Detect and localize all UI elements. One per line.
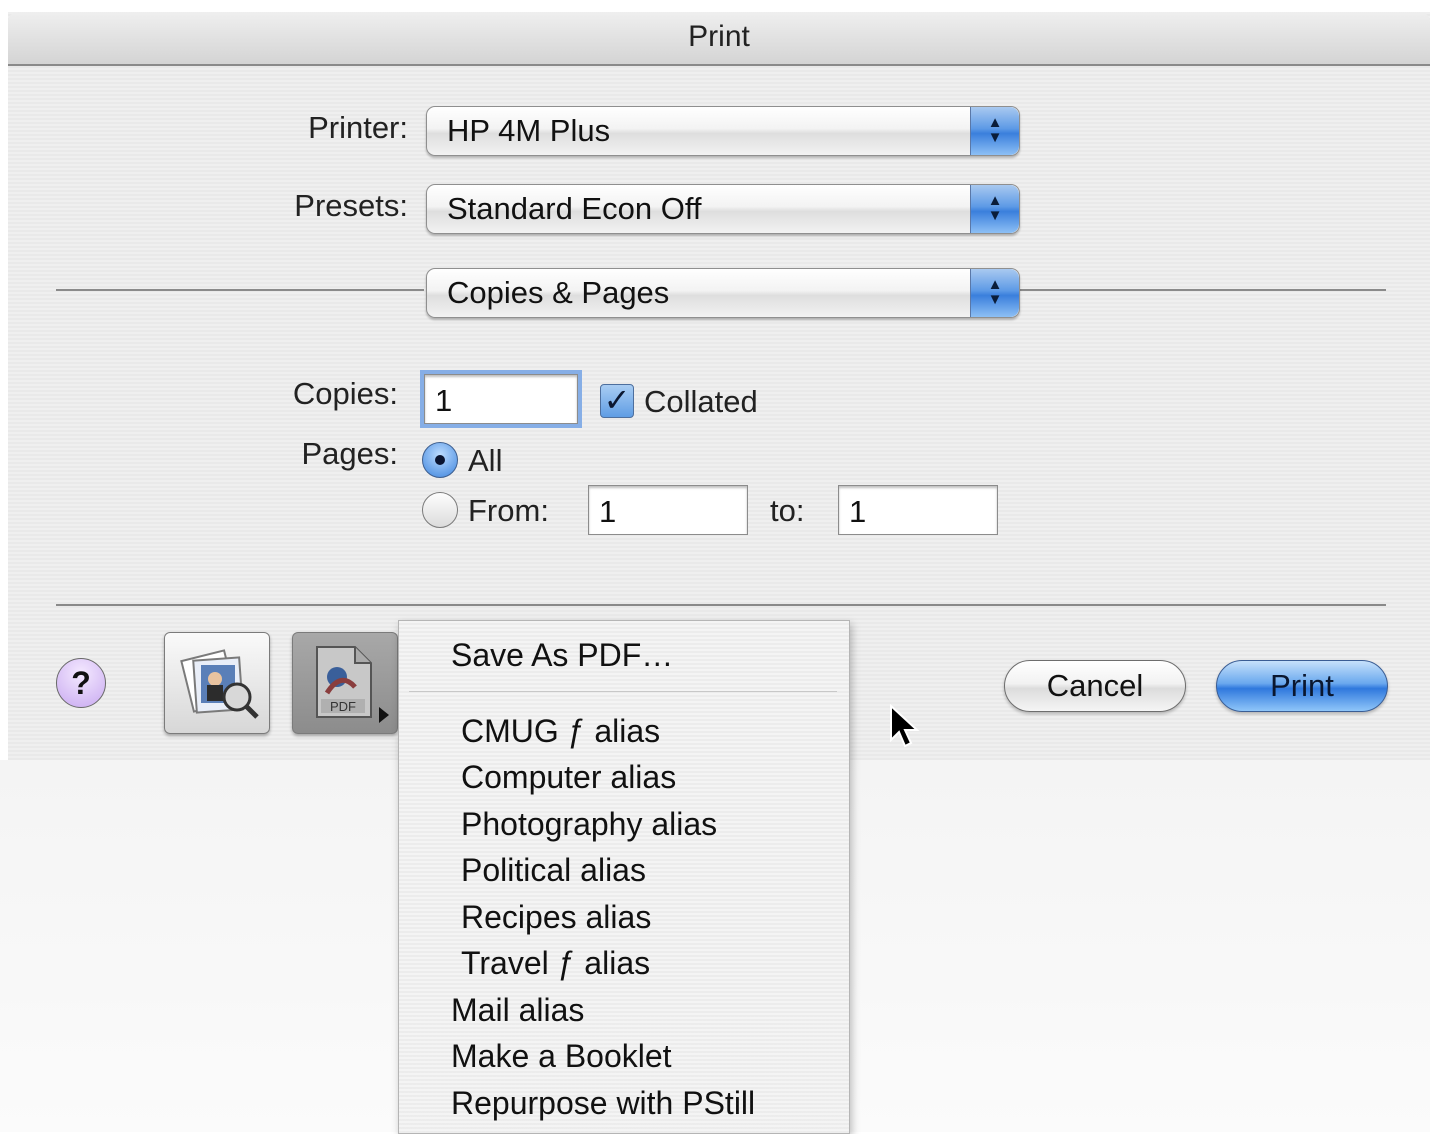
popup-arrows-icon: ▲ ▼ xyxy=(970,269,1019,317)
presets-value: Standard Econ Off xyxy=(447,191,702,226)
menu-item-computer-alias[interactable]: Computer alias xyxy=(461,757,676,797)
pages-all-label: All xyxy=(468,443,503,478)
menu-item-travel-alias[interactable]: Travel ƒ alias xyxy=(461,943,650,983)
presets-popup[interactable]: Standard Econ Off ▲ ▼ xyxy=(426,184,1020,234)
pdf-workflow-icon: PDF xyxy=(316,646,389,723)
pages-from-label: From: xyxy=(468,493,549,528)
pages-to-label: to: xyxy=(770,493,805,528)
popup-arrows-icon: ▲ ▼ xyxy=(970,185,1019,233)
cancel-button[interactable]: Cancel xyxy=(1004,660,1186,712)
pages-to-field[interactable]: 1 xyxy=(838,485,998,535)
copies-field[interactable]: 1 xyxy=(424,374,578,424)
collated-label: Collated xyxy=(644,384,758,419)
pane-value: Copies & Pages xyxy=(447,275,670,310)
dialog-title: Print xyxy=(8,12,1430,66)
preview-icon xyxy=(180,649,259,719)
print-button[interactable]: Print xyxy=(1216,660,1388,712)
menu-item-photography-alias[interactable]: Photography alias xyxy=(461,804,717,844)
preview-button[interactable] xyxy=(164,632,270,734)
pane-popup[interactable]: Copies & Pages ▲ ▼ xyxy=(426,268,1020,318)
separator-line xyxy=(56,604,1386,606)
printer-popup[interactable]: HP 4M Plus ▲ ▼ xyxy=(426,106,1020,156)
presets-label: Presets: xyxy=(294,188,408,223)
menu-item-recipes-alias[interactable]: Recipes alias xyxy=(461,897,651,937)
pages-from-field[interactable]: 1 xyxy=(588,485,748,535)
menu-item-cmug-alias[interactable]: CMUG ƒ alias xyxy=(461,711,660,751)
pages-label: Pages: xyxy=(301,436,398,471)
pdf-button-label: PDF xyxy=(330,699,356,714)
printer-label: Printer: xyxy=(308,110,408,145)
mouse-pointer-icon xyxy=(890,704,920,748)
separator-line xyxy=(56,289,424,291)
collated-checkbox[interactable]: ✓ xyxy=(600,384,634,418)
printer-value: HP 4M Plus xyxy=(447,113,611,148)
help-button[interactable]: ? xyxy=(56,658,106,708)
popup-arrows-icon: ▲ ▼ xyxy=(970,107,1019,155)
menu-item-repurpose-with-pstill[interactable]: Repurpose with PStill xyxy=(451,1083,755,1123)
menu-item-mail-alias[interactable]: Mail alias xyxy=(451,990,584,1030)
copies-label: Copies: xyxy=(292,376,398,411)
menu-item-save-as-pdf[interactable]: Save As PDF… xyxy=(451,635,673,675)
menu-separator xyxy=(409,691,837,692)
pages-from-radio[interactable] xyxy=(422,492,458,528)
pdf-menu-button[interactable]: PDF xyxy=(292,632,398,734)
menu-item-political-alias[interactable]: Political alias xyxy=(461,850,646,890)
separator-line xyxy=(1020,289,1386,291)
pages-all-radio[interactable] xyxy=(422,442,458,478)
pdf-workflow-menu: Save As PDF… CMUG ƒ alias Computer alias… xyxy=(398,620,850,1134)
menu-item-make-a-booklet[interactable]: Make a Booklet xyxy=(451,1036,672,1076)
